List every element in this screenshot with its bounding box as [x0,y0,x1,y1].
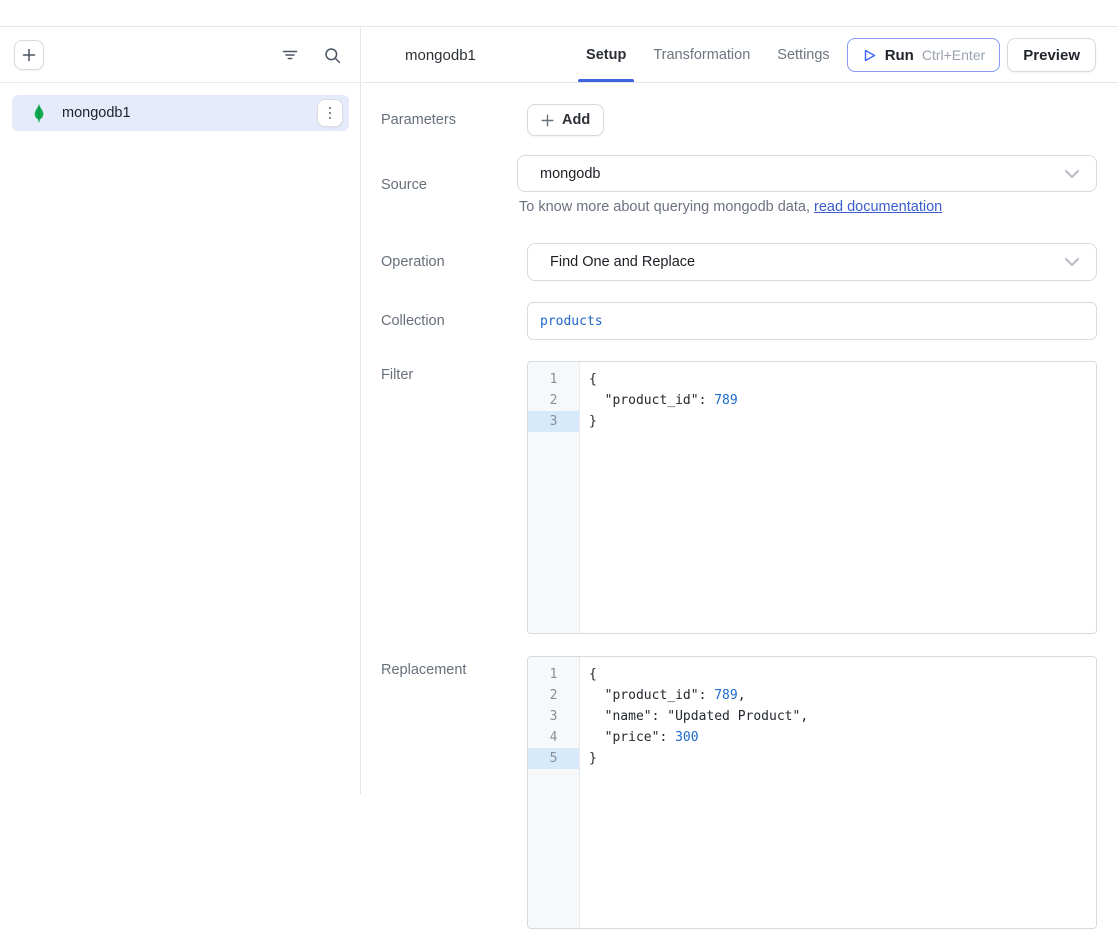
editor-gutter: 12345 [528,657,580,928]
line-number: 2 [528,390,579,411]
source-select[interactable]: mongodb [517,155,1097,192]
query-title: mongodb1 [405,47,476,64]
play-icon [862,48,877,63]
header-actions: Run Ctrl+Enter Preview [847,38,1096,72]
collection-label: Collection [381,313,527,329]
query-item-menu-button[interactable] [317,99,343,127]
add-query-button[interactable] [14,40,44,70]
parameters-row: Parameters Add [381,104,1097,136]
query-header: mongodb1 Setup Transformation Settings R… [362,28,1118,83]
search-icon [324,47,341,64]
operation-label: Operation [381,254,527,270]
code-line: { [589,664,1096,685]
code-line: "product_id": 789, [589,685,1096,706]
filter-row: Filter 123{ "product_id": 789} [381,361,1097,634]
code-line: { [589,369,1096,390]
sidebar-toolbar [0,28,360,83]
app-window: mongodb1 mongodb1 Setup Transformation S… [0,0,1118,794]
tab-transformation[interactable]: Transformation [651,28,752,82]
query-item-label: mongodb1 [62,105,131,121]
tab-settings[interactable]: Settings [775,28,831,82]
top-window-bar [0,0,1118,27]
operation-row: Operation Find One and Replace [381,243,1097,281]
source-select-value: mongodb [540,166,600,182]
source-helper-prefix: To know more about querying mongodb data… [519,199,814,215]
replacement-label: Replacement [381,656,527,678]
query-editor-panel: mongodb1 Setup Transformation Settings R… [362,28,1118,794]
query-list: mongodb1 [0,83,360,131]
operation-select[interactable]: Find One and Replace [527,243,1097,281]
editor-gutter: 123 [528,362,580,633]
preview-button[interactable]: Preview [1007,38,1096,72]
code-line: "price": 300 [589,727,1096,748]
collection-input-value: products [540,314,603,329]
chevron-down-icon [1064,257,1080,267]
editor-code-lines: { "product_id": 789} [580,362,1096,633]
kebab-menu-icon [329,107,332,120]
operation-select-value: Find One and Replace [550,254,695,270]
code-line: } [589,748,1096,769]
query-list-item-mongodb1[interactable]: mongodb1 [12,95,349,131]
source-label: Source [381,177,527,193]
line-number: 2 [528,685,579,706]
collection-input[interactable]: products [527,302,1097,340]
search-queries-button[interactable] [323,46,341,64]
run-shortcut-hint: Ctrl+Enter [922,47,985,63]
run-button-label: Run [885,47,914,64]
replacement-row: Replacement 12345{ "product_id": 789, "n… [381,656,1097,929]
source-row: Source mongodb To know more about queryi… [381,155,1097,215]
parameters-label: Parameters [381,112,527,128]
add-parameter-button[interactable]: Add [527,104,604,136]
run-button[interactable]: Run Ctrl+Enter [847,38,1001,72]
line-number: 4 [528,727,579,748]
add-parameter-label: Add [562,112,590,128]
chevron-down-icon [1064,169,1080,179]
filter-icon [282,48,298,62]
filter-queries-button[interactable] [281,46,299,64]
replacement-code-editor[interactable]: 12345{ "product_id": 789, "name": "Updat… [527,656,1097,929]
plus-icon [22,48,36,62]
filter-code-editor[interactable]: 123{ "product_id": 789} [527,361,1097,634]
read-documentation-link[interactable]: read documentation [814,199,942,215]
editor-code-lines: { "product_id": 789, "name": "Updated Pr… [580,657,1096,928]
query-sidebar: mongodb1 [0,28,361,794]
filter-label: Filter [381,361,527,383]
line-number: 1 [528,369,579,390]
plus-icon [541,114,554,127]
code-line: "name": "Updated Product", [589,706,1096,727]
tab-setup[interactable]: Setup [584,28,628,82]
collection-row: Collection products [381,302,1097,340]
line-number: 3 [528,411,579,432]
line-number: 5 [528,748,579,769]
code-line: "product_id": 789 [589,390,1096,411]
source-helper-text: To know more about querying mongodb data… [519,199,1097,215]
line-number: 3 [528,706,579,727]
code-line: } [589,411,1096,432]
mongodb-leaf-icon [32,103,46,123]
query-tabs: Setup Transformation Settings [584,28,832,82]
query-setup-form: Parameters Add Source mongodb [362,83,1118,929]
line-number: 1 [528,664,579,685]
